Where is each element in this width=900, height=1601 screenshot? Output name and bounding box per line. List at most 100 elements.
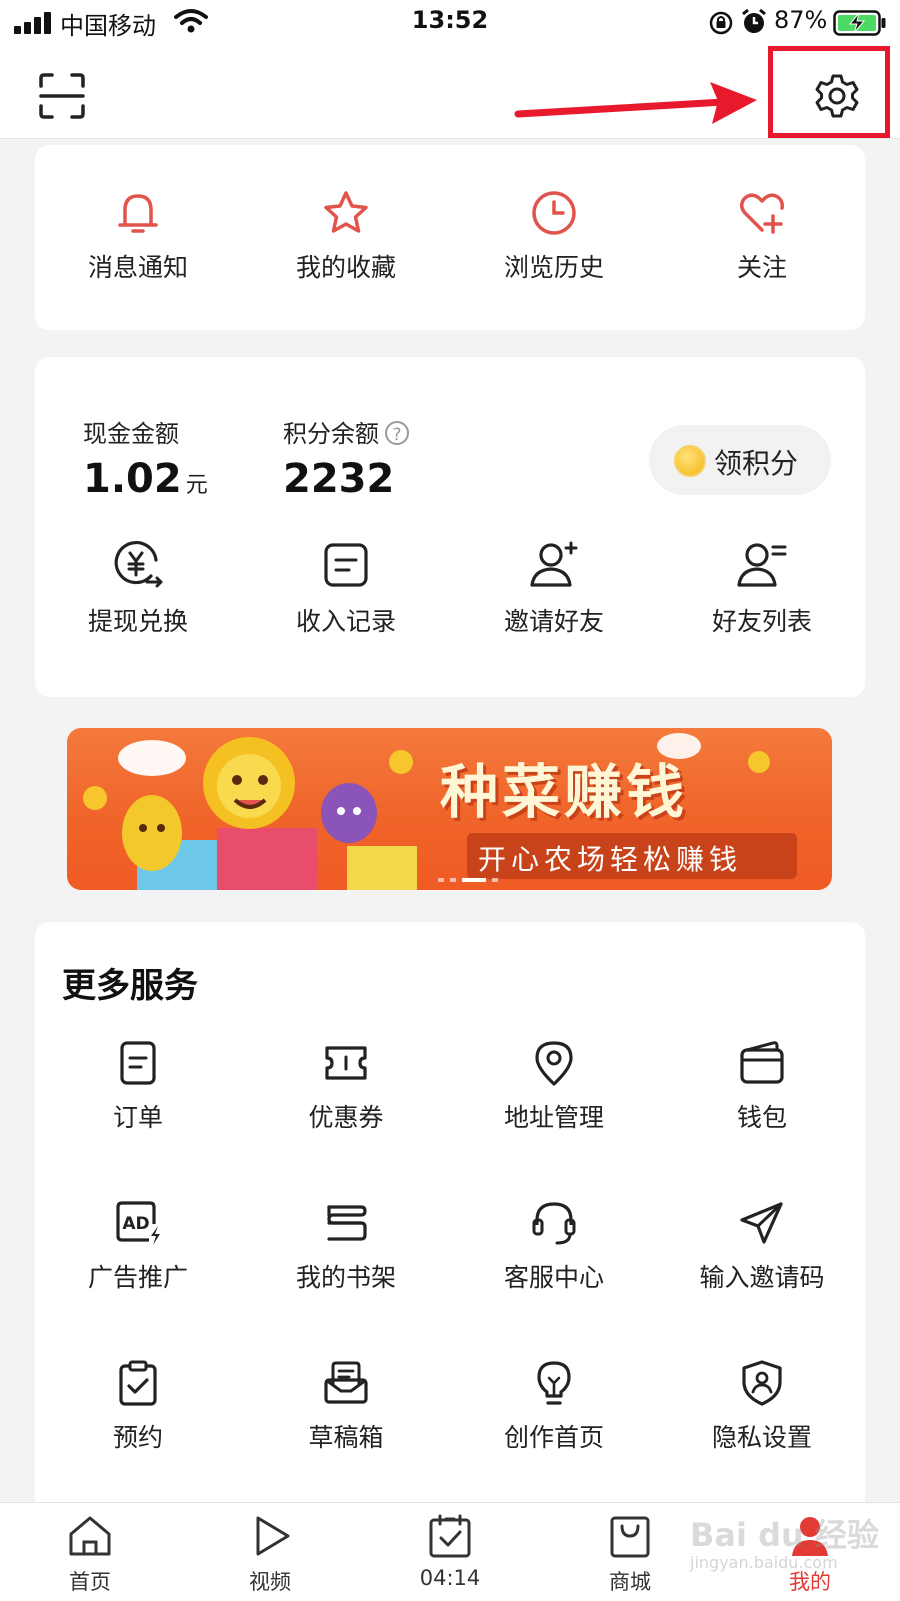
clock-time: 13:52 bbox=[411, 6, 489, 34]
wallet-action-label: 邀请好友 bbox=[503, 607, 604, 636]
wallet-action-label: 好友列表 bbox=[711, 607, 812, 636]
bookshelf-icon bbox=[327, 1205, 367, 1241]
location-icon bbox=[535, 1041, 573, 1086]
quick-action-label: 我的收藏 bbox=[295, 253, 396, 282]
baidu-watermark-url: jingyan.baidu.com bbox=[690, 1553, 838, 1572]
carrier-name: 中国移动 bbox=[60, 12, 156, 40]
clock-icon bbox=[532, 191, 576, 235]
points-balance[interactable]: 2232 bbox=[283, 456, 394, 502]
wallet-action-label: 收入记录 bbox=[295, 607, 396, 636]
ad-icon: AD bbox=[116, 1201, 160, 1245]
banner-pagination-dots bbox=[438, 878, 498, 882]
service-bookshelf[interactable]: 我的书架 bbox=[242, 1198, 450, 1294]
coupon-icon bbox=[325, 1046, 367, 1080]
points-label-wrap: 积分余额? bbox=[283, 414, 409, 449]
wallet-icon bbox=[740, 1041, 784, 1084]
wallet-action-friends[interactable]: 好友列表 bbox=[658, 538, 866, 638]
scan-icon[interactable] bbox=[38, 72, 86, 120]
battery-icon bbox=[833, 10, 886, 36]
tab-video[interactable]: 视频 bbox=[210, 1514, 330, 1596]
heart-plus-icon bbox=[740, 193, 784, 234]
battery-percent: 87% bbox=[774, 6, 828, 34]
service-ad[interactable]: AD 广告推广 bbox=[34, 1198, 242, 1294]
bulb-icon bbox=[537, 1361, 571, 1405]
service-label: 创作首页 bbox=[503, 1423, 604, 1452]
rotation-lock-icon bbox=[709, 11, 733, 35]
star-icon bbox=[324, 191, 368, 233]
play-icon bbox=[256, 1516, 290, 1556]
add-friend-icon bbox=[530, 541, 578, 587]
calendar-check-icon bbox=[429, 1514, 471, 1558]
cash-unit: 元 bbox=[185, 473, 208, 498]
quick-action-follow[interactable]: 关注 bbox=[658, 188, 866, 284]
headset-icon bbox=[532, 1202, 576, 1245]
alarm-icon bbox=[742, 8, 766, 33]
service-label: 订单 bbox=[112, 1103, 163, 1132]
wifi-icon bbox=[174, 9, 208, 33]
quick-action-history[interactable]: 浏览历史 bbox=[450, 188, 658, 284]
service-customer-care[interactable]: 客服中心 bbox=[450, 1198, 658, 1294]
clipboard-check-icon bbox=[119, 1360, 157, 1406]
tab-label: 商城 bbox=[609, 1570, 651, 1594]
header-bar bbox=[0, 44, 900, 139]
wallet-action-label: 提现兑换 bbox=[87, 607, 188, 636]
service-label: 地址管理 bbox=[503, 1103, 604, 1132]
service-privacy[interactable]: 隐私设置 bbox=[658, 1358, 866, 1454]
service-order[interactable]: 订单 bbox=[34, 1038, 242, 1134]
service-label: 客服中心 bbox=[503, 1263, 604, 1292]
quick-action-label: 浏览历史 bbox=[503, 253, 604, 282]
tab-home[interactable]: 首页 bbox=[30, 1514, 150, 1596]
quick-action-favorites[interactable]: 我的收藏 bbox=[242, 188, 450, 284]
svg-text:AD: AD bbox=[122, 1214, 149, 1234]
cash-balance[interactable]: 1.02 元 bbox=[83, 456, 208, 502]
quick-action-notifications[interactable]: 消息通知 bbox=[34, 188, 242, 284]
coin-icon bbox=[674, 445, 706, 477]
wallet-card bbox=[35, 357, 865, 697]
drafts-icon bbox=[324, 1361, 368, 1404]
bell-icon bbox=[118, 194, 158, 233]
wallet-action-withdraw[interactable]: 提现兑换 bbox=[34, 538, 242, 638]
service-creator-home[interactable]: 创作首页 bbox=[450, 1358, 658, 1454]
send-icon bbox=[740, 1202, 783, 1244]
wallet-action-invite[interactable]: 邀请好友 bbox=[450, 538, 658, 638]
cash-label: 现金金额 bbox=[83, 420, 179, 448]
signal-icon bbox=[14, 12, 51, 34]
settings-highlight-annotation bbox=[768, 46, 890, 138]
claim-points-label: 领积分 bbox=[714, 447, 799, 480]
service-label: 隐私设置 bbox=[711, 1423, 812, 1452]
service-coupon[interactable]: 优惠券 bbox=[242, 1038, 450, 1134]
service-label: 优惠券 bbox=[308, 1103, 384, 1132]
service-reservation[interactable]: 预约 bbox=[34, 1358, 242, 1454]
service-drafts[interactable]: 草稿箱 bbox=[242, 1358, 450, 1454]
section-title: 更多服务 bbox=[62, 966, 198, 1006]
pointer-arrow-annotation bbox=[514, 82, 757, 124]
quick-action-label: 消息通知 bbox=[87, 253, 188, 282]
tab-label: 首页 bbox=[69, 1570, 111, 1594]
banner-title: 种菜赚钱 bbox=[440, 758, 689, 826]
tab-label: 视频 bbox=[249, 1570, 291, 1594]
order-icon bbox=[120, 1041, 156, 1085]
service-address[interactable]: 地址管理 bbox=[450, 1038, 658, 1134]
service-label: 预约 bbox=[112, 1423, 163, 1452]
tab-daily[interactable]: 04:14 bbox=[390, 1514, 510, 1590]
yuan-exchange-icon bbox=[114, 540, 163, 588]
service-wallet[interactable]: 钱包 bbox=[658, 1038, 866, 1134]
wallet-action-income[interactable]: 收入记录 bbox=[242, 538, 450, 638]
points-label: 积分余额 bbox=[283, 420, 379, 448]
banner-subtitle: 开心农场轻松赚钱 bbox=[478, 843, 743, 876]
friend-list-icon bbox=[737, 543, 787, 587]
shopping-bag-icon bbox=[610, 1516, 650, 1558]
home-icon bbox=[69, 1516, 111, 1556]
service-invite-code[interactable]: 输入邀请码 bbox=[658, 1198, 866, 1294]
tab-mall[interactable]: 商城 bbox=[570, 1514, 690, 1596]
cash-value: 1.02 bbox=[83, 456, 182, 502]
points-value: 2232 bbox=[283, 456, 395, 502]
service-label: 草稿箱 bbox=[308, 1423, 384, 1452]
help-icon[interactable]: ? bbox=[385, 421, 409, 445]
service-label: 广告推广 bbox=[87, 1263, 188, 1292]
baidu-watermark: Bai du 经验 bbox=[690, 1516, 879, 1554]
record-icon bbox=[324, 543, 368, 587]
quick-action-label: 关注 bbox=[736, 253, 787, 282]
service-label: 钱包 bbox=[736, 1103, 787, 1132]
shield-user-icon bbox=[742, 1360, 782, 1406]
